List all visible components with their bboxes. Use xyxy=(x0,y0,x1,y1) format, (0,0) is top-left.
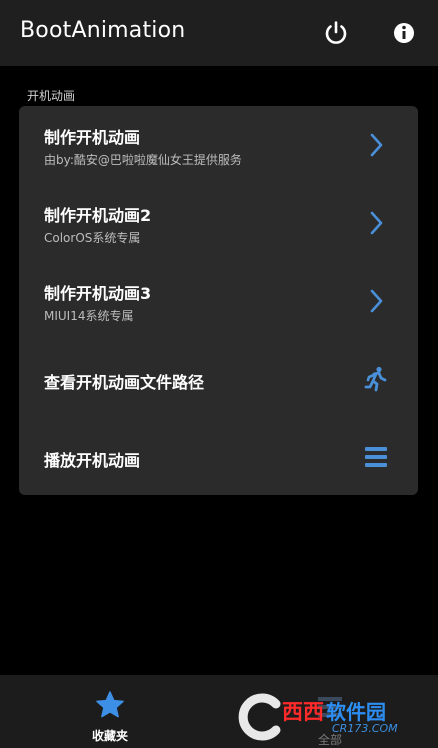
menu-item-subtitle: MIUI14系统专属 xyxy=(44,309,134,323)
menu-item-view-path[interactable]: 查看开机动画文件路径 xyxy=(19,340,418,418)
menu-item-subtitle: 由by:酷安@巴啦啦魔仙女王提供服务 xyxy=(44,153,242,167)
menu-item-title: 制作开机动画 xyxy=(44,128,141,147)
menu-item-title: 制作开机动画2 xyxy=(44,206,152,225)
chevron-right-icon xyxy=(370,289,383,313)
menu-item-title: 制作开机动画3 xyxy=(44,284,152,303)
menu-item-subtitle: ColorOS系统专属 xyxy=(44,231,141,245)
nav-tab-favorites[interactable]: 收藏夹 xyxy=(70,675,150,748)
chevron-right-icon xyxy=(370,133,383,157)
chevron-right-icon xyxy=(370,211,383,235)
menu-item-play-animation[interactable]: 播放开机动画 xyxy=(19,418,418,496)
app-title: BootAnimation xyxy=(20,18,186,43)
logo-c-icon xyxy=(238,693,281,741)
power-button[interactable] xyxy=(320,17,352,49)
info-icon xyxy=(394,23,414,43)
section-label: 开机动画 xyxy=(27,89,76,103)
watermark-brand-a: 西西 xyxy=(282,700,324,724)
menu-card: 制作开机动画 由by:酷安@巴啦啦魔仙女王提供服务 制作开机动画2 ColorO… xyxy=(19,106,418,495)
watermark-brand-b: 软件园 xyxy=(326,700,386,724)
watermark-logo: 西西 软件园 CR173.COM xyxy=(236,690,438,746)
menu-item-make-animation-3[interactable]: 制作开机动画3 MIUI14系统专属 xyxy=(19,262,418,340)
menu-lines-icon xyxy=(365,447,387,467)
app-bar: BootAnimation xyxy=(0,0,438,66)
info-button[interactable] xyxy=(388,17,420,49)
power-icon xyxy=(325,21,347,44)
nav-tab-favorites-label: 收藏夹 xyxy=(91,729,128,743)
watermark-url: CR173.COM xyxy=(332,722,398,735)
running-person-icon xyxy=(364,366,387,392)
menu-item-title: 播放开机动画 xyxy=(44,451,141,470)
menu-item-make-animation[interactable]: 制作开机动画 由by:酷安@巴啦啦魔仙女王提供服务 xyxy=(19,106,418,184)
menu-item-make-animation-2[interactable]: 制作开机动画2 ColorOS系统专属 xyxy=(19,184,418,262)
star-icon xyxy=(96,691,124,718)
menu-item-title: 查看开机动画文件路径 xyxy=(44,373,205,392)
